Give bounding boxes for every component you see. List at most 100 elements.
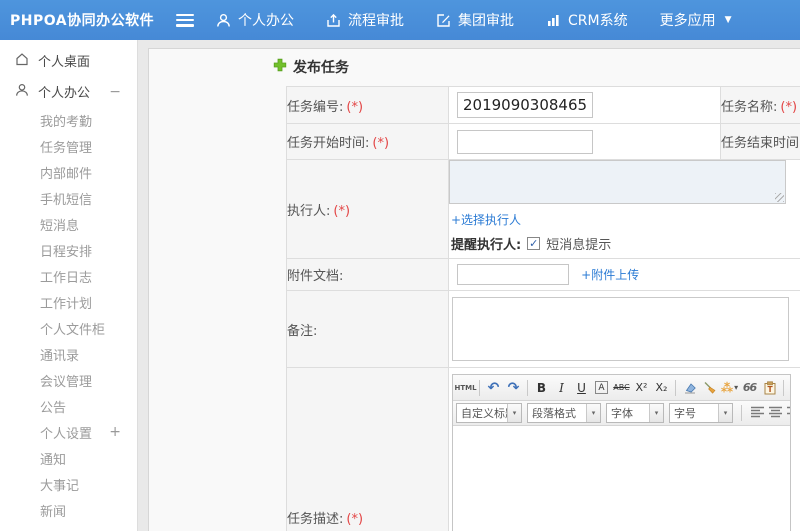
italic-button[interactable]: I [552, 378, 571, 398]
svg-text:T: T [767, 385, 773, 394]
sidebar-item-my-attendance[interactable]: 我的考勤 [0, 107, 137, 133]
font-size-select[interactable]: 字号 ▾ [669, 403, 733, 423]
select-executor-link[interactable]: +选择执行人 [451, 211, 521, 228]
remark-textarea[interactable] [452, 297, 789, 361]
underline-button[interactable]: U [572, 378, 591, 398]
sidebar-item-personal-settings[interactable]: 个人设置 + [0, 419, 137, 445]
executor-label-cell: 执行人: (*) [286, 159, 449, 259]
edit-approval-icon [436, 13, 451, 28]
sms-remind-label: 短消息提示 [546, 238, 612, 253]
autotypeset-button[interactable]: ⁂ ▾ [720, 378, 739, 398]
sidebar-item-announcement[interactable]: 公告 [0, 393, 137, 419]
strikethrough-button[interactable]: ABC [612, 378, 631, 398]
sidebar: 个人桌面 个人办公 − 我的考勤 任务管理 内部邮件 手机短信 短消息 日程安排… [0, 40, 138, 531]
sidebar-item-big-events[interactable]: 大事记 [0, 471, 137, 497]
attachment-label-cell: 附件文档: [286, 258, 449, 291]
sidebar-item-work-log[interactable]: 工作日志 [0, 263, 137, 289]
user-icon [216, 13, 231, 28]
nav-item-flow-approval[interactable]: 流程审批 [326, 10, 404, 30]
sidebar-item-mobile-sms[interactable]: 手机短信 [0, 185, 137, 211]
chevron-down-icon: ▾ [586, 404, 600, 422]
app-logo: PHPOA协同办公软件 [10, 13, 155, 29]
task-number-label-cell: 任务编号: (*) [286, 86, 449, 124]
executor-textarea[interactable] [449, 160, 786, 204]
remark-label-cell: 备注: [286, 290, 449, 368]
undo-button[interactable]: ↶ [484, 378, 503, 398]
chevron-down-icon: ▾ [718, 404, 732, 422]
sidebar-item-contacts[interactable]: 通讯录 [0, 341, 137, 367]
remind-executor-label: 提醒执行人: [451, 238, 522, 253]
flow-approval-icon [326, 13, 341, 28]
remark-field-cell [448, 290, 800, 368]
expand-icon[interactable]: + [109, 424, 121, 440]
sidebar-item-schedule[interactable]: 日程安排 [0, 237, 137, 263]
app-window: PHPOA协同办公软件 个人办公 流程审批 集团审批 CRM系统 更多应用 ▼ … [0, 0, 800, 531]
sidebar-item-internal-mail[interactable]: 内部邮件 [0, 159, 137, 185]
custom-title-select[interactable]: 自定义标题 ▾ [456, 403, 522, 423]
executor-field-cell: +选择执行人 提醒执行人: ✓ 短消息提示 [448, 159, 800, 259]
attachment-upload-link[interactable]: +附件上传 [581, 268, 639, 282]
bold-button[interactable]: B [532, 378, 551, 398]
description-label-cell: 任务描述: (*) [286, 367, 449, 531]
resize-grip-icon[interactable] [775, 193, 784, 202]
sidebar-item-notification[interactable]: 通知 [0, 445, 137, 471]
font-style-box-button[interactable]: A [592, 378, 611, 398]
eraser-button[interactable] [680, 378, 699, 398]
task-number-field-cell [448, 86, 721, 124]
start-time-input[interactable] [457, 129, 593, 154]
page-title: 发布任务 [273, 57, 349, 77]
paragraph-format-select[interactable]: 段落格式 ▾ [527, 403, 601, 423]
sidebar-item-personal-office[interactable]: 个人办公 − [0, 76, 137, 107]
align-left-icon[interactable] [750, 405, 765, 422]
main-content: 发布任务 任务编号:(*) 任务名称:(*) [138, 40, 800, 531]
paste-button[interactable]: T [760, 378, 779, 398]
bar-chart-icon [546, 13, 561, 28]
collapse-icon[interactable]: − [109, 84, 121, 100]
editor-toolbar-row2: 自定义标题 ▾ 段落格式 ▾ 字体 ▾ [453, 401, 790, 426]
sidebar-item-personal-files[interactable]: 个人文件柜 [0, 315, 137, 341]
chevron-down-icon: ▾ [507, 404, 521, 422]
top-navbar: PHPOA协同办公软件 个人办公 流程审批 集团审批 CRM系统 更多应用 ▼ [0, 0, 800, 40]
sidebar-item-task-management[interactable]: 任务管理 [0, 133, 137, 159]
font-color-button[interactable]: A▾ [788, 378, 790, 398]
sms-remind-checkbox[interactable]: ✓ [527, 237, 541, 250]
nav-item-personal-office[interactable]: 个人办公 [216, 10, 294, 30]
align-center-icon[interactable] [768, 405, 783, 422]
nav-item-more-apps[interactable]: 更多应用 ▼ [660, 10, 732, 30]
task-name-label-cell: 任务名称: (*) [720, 86, 800, 124]
top-nav-menu: 个人办公 流程审批 集团审批 CRM系统 更多应用 ▼ [216, 10, 732, 30]
publish-task-form: 任务编号:(*) 任务名称:(*) 任务开始时间:(*) [286, 86, 800, 531]
superscript-button[interactable]: X² [632, 378, 651, 398]
end-time-label-cell: 任务结束时间:(*) [720, 123, 800, 160]
chevron-down-icon: ▾ [734, 383, 739, 392]
format-brush-button[interactable] [700, 378, 719, 398]
add-plus-icon [273, 58, 287, 76]
user-icon [15, 83, 29, 101]
subscript-button[interactable]: X₂ [652, 378, 671, 398]
sidebar-item-short-message[interactable]: 短消息 [0, 211, 137, 237]
font-family-select[interactable]: 字体 ▾ [606, 403, 664, 423]
html-source-button[interactable]: HTML [454, 378, 476, 398]
nav-item-crm[interactable]: CRM系统 [546, 10, 628, 30]
content-panel: 发布任务 任务编号:(*) 任务名称:(*) [148, 48, 800, 531]
editor-content-area[interactable] [453, 426, 790, 531]
redo-button[interactable]: ↷ [504, 378, 523, 398]
start-time-field-cell [448, 123, 721, 160]
rich-text-editor: HTML ↶ ↷ B I U A ABC X² X₂ ⁂ ▾ 66 T 自定义标… [452, 374, 791, 531]
chevron-down-icon: ▼ [724, 15, 732, 25]
editor-toolbar-row1: HTML ↶ ↷ B I U A ABC X² X₂ ⁂ ▾ 66 T [453, 375, 790, 401]
task-number-input[interactable] [457, 92, 593, 118]
sidebar-item-personal-desktop[interactable]: 个人桌面 [0, 45, 137, 76]
menu-icon[interactable] [176, 13, 194, 27]
start-time-label-cell: 任务开始时间: (*) [286, 123, 449, 160]
nav-item-group-approval[interactable]: 集团审批 [436, 10, 514, 30]
chevron-down-icon: ▾ [649, 404, 663, 422]
sidebar-item-news[interactable]: 新闻 [0, 497, 137, 523]
home-icon [15, 52, 29, 70]
sidebar-item-meeting-management[interactable]: 会议管理 [0, 367, 137, 393]
attachment-input[interactable] [457, 264, 569, 285]
description-field-cell: HTML ↶ ↷ B I U A ABC X² X₂ ⁂ ▾ 66 T 自定义标… [448, 367, 800, 531]
blockquote-button[interactable]: 66 [740, 378, 759, 398]
sidebar-item-work-plan[interactable]: 工作计划 [0, 289, 137, 315]
align-right-icon[interactable] [786, 405, 790, 422]
